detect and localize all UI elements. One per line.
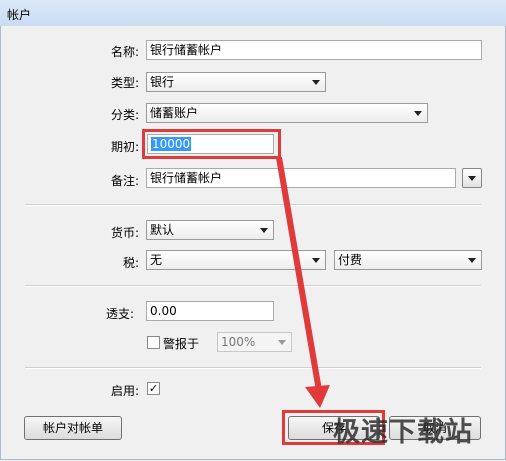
watermark-text: 极速下载站 [333,417,473,448]
annotation-arrow [276,157,330,408]
